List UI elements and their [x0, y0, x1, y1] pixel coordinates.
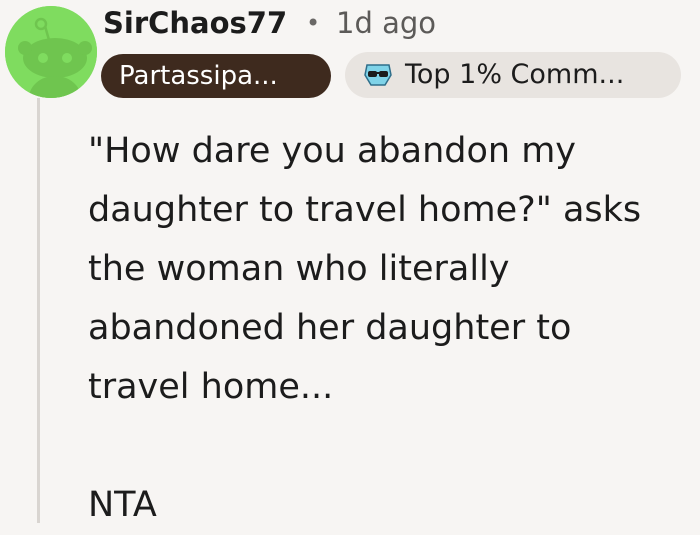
comment-line: travel home...: [88, 367, 334, 407]
comment-timestamp[interactable]: 1d ago: [336, 4, 436, 42]
comment-line: "How dare you abandon my: [88, 131, 577, 171]
author-username[interactable]: SirChaos77: [103, 4, 287, 42]
achievement-badge[interactable]: Top 1% Comm...: [345, 52, 681, 98]
comment-body: "How dare you abandon my daughter to tra…: [88, 122, 688, 535]
meta-separator: •: [306, 9, 321, 37]
comment-line: abandoned her daughter to: [88, 308, 572, 348]
comment-verdict: NTA: [88, 485, 157, 525]
comment-line: daughter to travel home?" asks: [88, 190, 642, 230]
badge-label: Top 1% Comm...: [405, 59, 625, 90]
sunglasses-badge-icon: [364, 64, 392, 86]
comment-line: the woman who literally: [88, 249, 510, 289]
snoo-avatar-icon: [5, 6, 97, 98]
thread-line[interactable]: [37, 98, 40, 523]
paragraph-spacer: [88, 417, 688, 476]
user-flair[interactable]: Partassipa...: [101, 54, 331, 98]
avatar[interactable]: [5, 6, 97, 98]
